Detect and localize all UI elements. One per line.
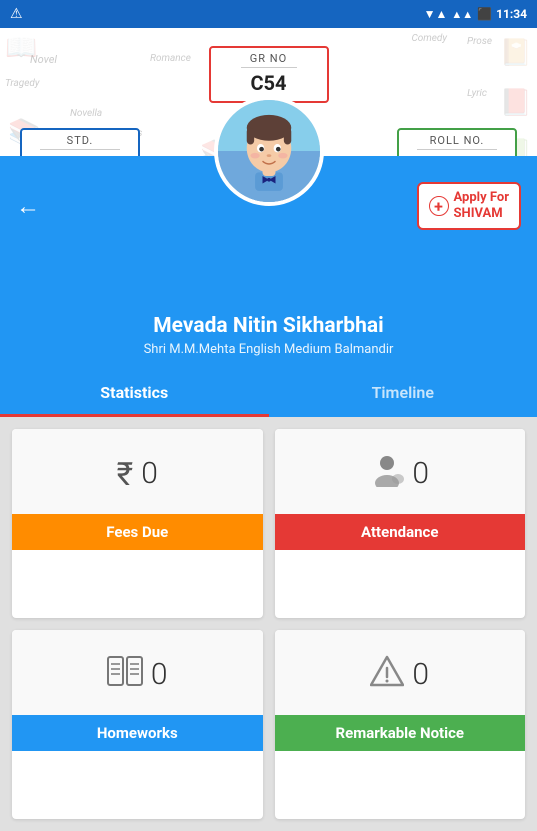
tab-timeline[interactable]: Timeline: [269, 371, 537, 417]
profile-image: [218, 100, 320, 202]
remarkable-count: 0: [412, 657, 429, 692]
gr-no-label: GR NO: [241, 52, 297, 68]
homework-icon: [107, 656, 143, 694]
attendance-top: 0: [275, 429, 526, 514]
school-name: Shri M.M.Mehta English Medium Balmandir: [16, 342, 521, 357]
tabs-container: Statistics Timeline: [0, 371, 537, 417]
homeworks-top: 0: [12, 630, 263, 715]
remarkable-notice-card[interactable]: 0 Remarkable Notice: [275, 630, 526, 819]
gr-no-box: GR NO C54: [209, 46, 329, 103]
romance-text: Romance: [150, 53, 191, 64]
book-sketch-4: 📔: [500, 38, 532, 68]
student-name: Mevada Nitin Sikharbhai: [16, 314, 521, 338]
tab-statistics[interactable]: Statistics: [0, 371, 269, 417]
time-display: 11:34: [496, 7, 527, 21]
fees-due-count: 0: [141, 456, 158, 491]
book-sketch-5: 📕: [500, 88, 532, 118]
profile-avatar: [214, 96, 324, 206]
novella-text: Novella: [70, 108, 102, 119]
comedy-text: Comedy: [411, 33, 447, 44]
battery-icon: ⬛: [477, 7, 492, 21]
header-section: 📖 Novel Tragedy 📚 📓 📔 Prose Comedy 📕 Lyr…: [0, 28, 537, 256]
apply-name: SHIVAM: [454, 206, 503, 222]
fees-due-label: Fees Due: [12, 514, 263, 550]
plus-icon: +: [429, 196, 449, 216]
attendance-card[interactable]: 0 Attendance: [275, 429, 526, 618]
tragedy-text: Tragedy: [5, 78, 39, 89]
attendance-icon: [370, 453, 404, 495]
alert-icon: ⚠: [10, 6, 23, 22]
homeworks-count: 0: [151, 657, 168, 692]
homeworks-card[interactable]: 0 Homeworks: [12, 630, 263, 819]
signal-bars: ▲▲: [451, 8, 473, 21]
status-bar-right: ▼▲ ▲▲ ⬛ 11:34: [424, 7, 527, 21]
fees-due-card[interactable]: ₹ 0 Fees Due: [12, 429, 263, 618]
gr-no-value: C54: [241, 71, 297, 95]
back-button[interactable]: ←: [16, 192, 40, 221]
novel-text: Novel: [30, 53, 57, 66]
apply-button[interactable]: + Apply For SHIVAM: [417, 182, 521, 229]
remarkable-top: 0: [275, 630, 526, 715]
rupee-icon: ₹: [117, 455, 134, 493]
lyric-text: Lyric: [467, 88, 487, 99]
attendance-count: 0: [412, 456, 429, 491]
status-bar: ⚠ ▼▲ ▲▲ ⬛ 11:34: [0, 0, 537, 28]
status-bar-left: ⚠: [10, 6, 23, 22]
attendance-label: Attendance: [275, 514, 526, 550]
apply-label: Apply For: [454, 190, 509, 206]
remarkable-label: Remarkable Notice: [275, 715, 526, 751]
stats-grid: ₹ 0 Fees Due 0 Attendance: [0, 417, 537, 831]
warning-icon: [370, 655, 404, 695]
app-container: ⚠ ▼▲ ▲▲ ⬛ 11:34 📖 Novel Tragedy 📚 📓 📔 Pr…: [0, 0, 537, 831]
wifi-icon: ▼▲: [424, 7, 448, 21]
prose-text: Prose: [467, 36, 492, 47]
fees-due-top: ₹ 0: [12, 429, 263, 514]
std-label: STD.: [40, 134, 120, 150]
name-section: Mevada Nitin Sikharbhai Shri M.M.Mehta E…: [0, 256, 537, 371]
homeworks-label: Homeworks: [12, 715, 263, 751]
roll-no-label: ROLL NO.: [417, 134, 497, 150]
